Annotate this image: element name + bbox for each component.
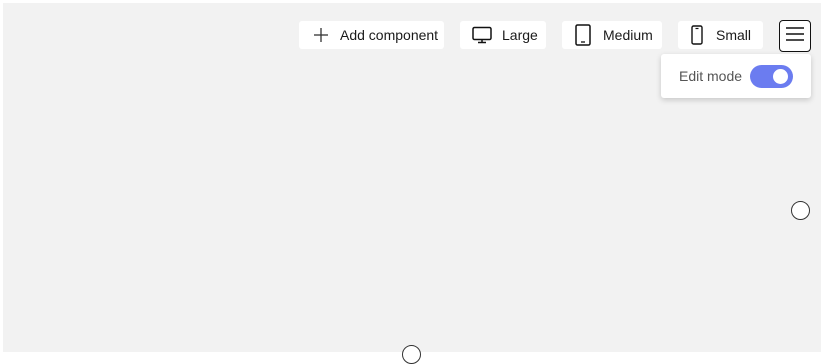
edit-mode-toggle[interactable] [750,65,793,88]
large-layout-button[interactable]: Large [460,21,546,49]
edit-mode-label: Edit mode [679,68,743,84]
resize-handle-bottom[interactable] [402,345,421,364]
plus-icon [313,27,329,43]
small-layout-button[interactable]: Small [678,21,763,49]
tablet-icon [575,24,591,46]
phone-icon [691,25,703,45]
add-component-button[interactable]: Add component [299,21,444,49]
large-label: Large [502,27,538,43]
menu-button[interactable] [779,20,811,52]
resize-handle-right[interactable] [791,201,810,220]
settings-popover: Edit mode [661,54,811,98]
small-label: Small [716,27,752,43]
hamburger-menu-icon [785,26,805,47]
medium-layout-button[interactable]: Medium [562,21,662,49]
add-component-label: Add component [340,27,439,43]
toggle-knob [773,69,788,84]
medium-label: Medium [603,27,653,43]
monitor-icon [472,26,492,44]
